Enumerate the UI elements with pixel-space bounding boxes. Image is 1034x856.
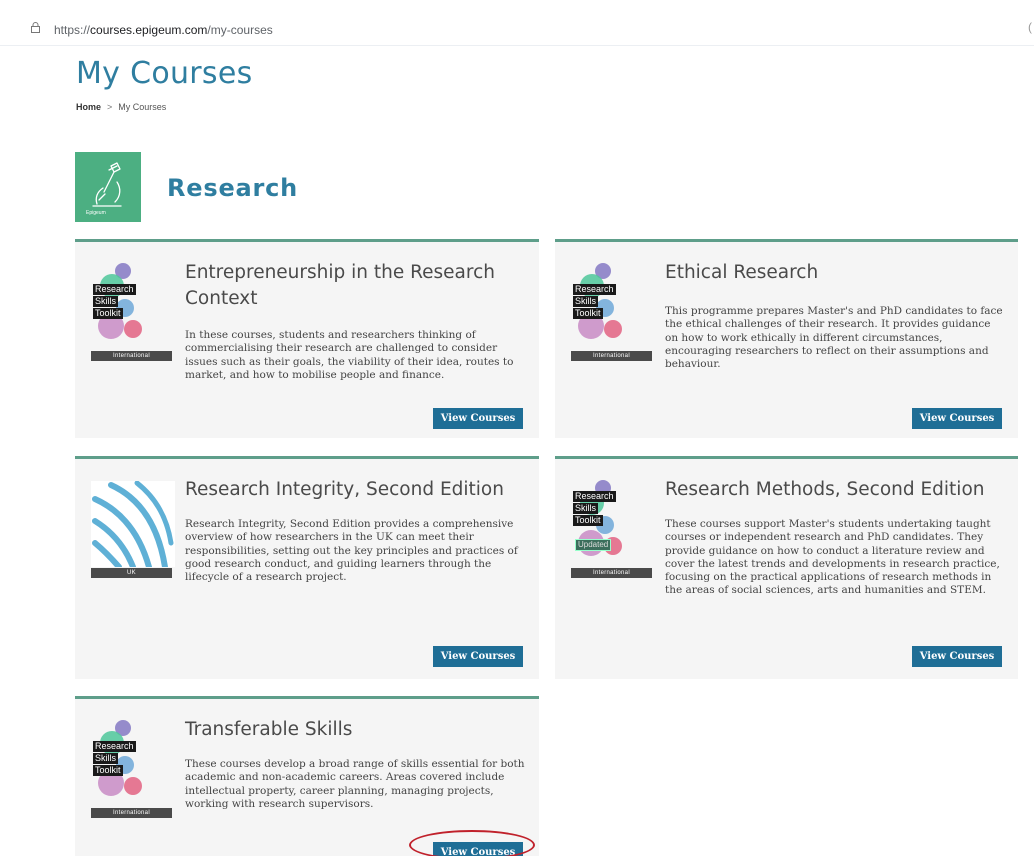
course-title[interactable]: Entrepreneurship in the Research Context <box>185 260 527 312</box>
view-courses-button[interactable]: View Courses <box>433 842 523 856</box>
course-card: UK Research Integrity, Second Edition Re… <box>75 456 539 679</box>
section-title: Research <box>167 174 299 202</box>
breadcrumb-home-link[interactable]: Home <box>76 102 101 112</box>
region-badge: International <box>571 351 652 361</box>
course-description: Research Integrity, Second Edition provi… <box>185 518 518 584</box>
research-skills-toolkit-logo: Research Skills Toolkit <box>91 719 175 821</box>
region-badge: International <box>91 808 172 818</box>
region-badge: UK <box>91 568 172 578</box>
logo-label-toolkit: Toolkit <box>573 515 603 526</box>
url-text[interactable]: https://courses.epigeum.com/my-courses <box>54 23 273 37</box>
course-card: Research Skills Toolkit International En… <box>75 239 539 438</box>
svg-text:Epigeum: Epigeum <box>86 210 106 216</box>
logo-label-skills: Skills <box>573 503 599 514</box>
logo-label-research: Research <box>93 284 136 295</box>
breadcrumb: Home > My Courses <box>76 102 166 112</box>
course-description: In these courses, students and researche… <box>185 329 514 381</box>
logo-label-research: Research <box>573 284 616 295</box>
view-courses-button[interactable]: View Courses <box>433 408 523 429</box>
view-courses-button[interactable]: View Courses <box>433 646 523 667</box>
view-courses-button[interactable]: View Courses <box>912 646 1002 667</box>
research-skills-toolkit-updated-logo: Research Skills Toolkit Updated <box>571 479 655 581</box>
course-description: These courses support Master's students … <box>665 518 1000 597</box>
course-title[interactable]: Research Methods, Second Edition <box>665 477 1006 503</box>
course-description: This programme prepares Master's and PhD… <box>665 305 1003 371</box>
research-skills-toolkit-logo: Research Skills Toolkit <box>91 262 175 364</box>
logo-label-research: Research <box>93 741 136 752</box>
breadcrumb-current: My Courses <box>118 102 167 112</box>
region-badge: International <box>571 568 652 578</box>
research-skills-toolkit-logo: Research Skills Toolkit <box>571 262 655 364</box>
breadcrumb-separator: > <box>107 102 113 112</box>
logo-label-skills: Skills <box>93 753 119 764</box>
course-description: These courses develop a broad range of s… <box>185 758 525 810</box>
course-title[interactable]: Ethical Research <box>665 260 1006 286</box>
logo-label-skills: Skills <box>573 296 599 307</box>
lock-icon <box>31 22 40 33</box>
logo-label-toolkit: Toolkit <box>93 308 123 319</box>
course-card: Research Skills Toolkit International Et… <box>555 239 1018 438</box>
course-card: Research Skills Toolkit Updated Internat… <box>555 456 1018 679</box>
logo-label-toolkit: Toolkit <box>573 308 603 319</box>
view-courses-button[interactable]: View Courses <box>912 408 1002 429</box>
course-card: Research Skills Toolkit International Tr… <box>75 696 539 856</box>
logo-label-toolkit: Toolkit <box>93 765 123 776</box>
address-bar[interactable]: https://courses.epigeum.com/my-courses ( <box>0 0 1034 46</box>
course-title[interactable]: Research Integrity, Second Edition <box>185 477 527 503</box>
region-badge: International <box>91 351 172 361</box>
research-integrity-logo <box>91 480 175 577</box>
research-microscope-icon: Epigeum <box>75 152 141 222</box>
logo-label-skills: Skills <box>93 296 119 307</box>
logo-label-research: Research <box>573 491 616 502</box>
toolbar-edge-icon: ( <box>1028 20 1032 34</box>
course-title[interactable]: Transferable Skills <box>185 717 527 743</box>
logo-updated-tag: Updated <box>575 539 612 551</box>
page-title: My Courses <box>76 56 253 91</box>
